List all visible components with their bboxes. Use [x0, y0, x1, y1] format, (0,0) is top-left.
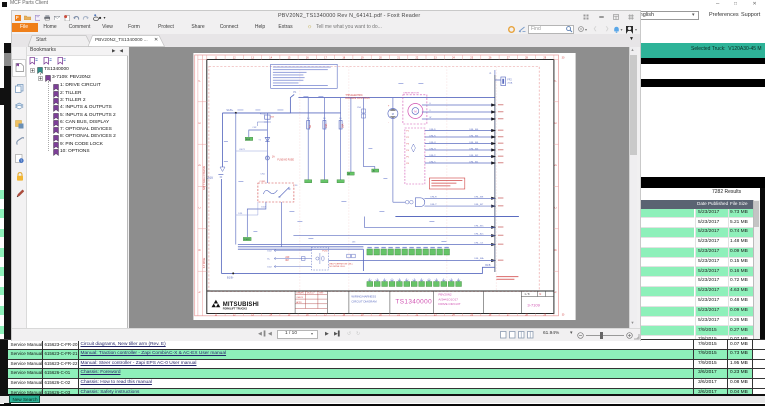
svg-text:250A: 250A	[507, 81, 512, 84]
svg-text:DRL_A/C: DRL_A/C	[474, 233, 484, 236]
svg-text:0M: 0M	[285, 260, 288, 262]
svg-text:DD2: DD2	[267, 267, 272, 269]
svg-text:B: B	[553, 249, 557, 251]
svg-text:S1/B+: S1/B+	[226, 109, 233, 112]
svg-text:DRL/2: DRL/2	[429, 155, 436, 157]
svg-text:DRL/3: DRL/3	[429, 148, 436, 150]
svg-text:W: W	[429, 117, 431, 119]
svg-text:50A: 50A	[341, 123, 344, 128]
svg-text:WIRING/HARNESS: WIRING/HARNESS	[351, 295, 376, 299]
svg-text:DRL/6: DRL/6	[429, 129, 436, 131]
svg-text:DRL_B/4: DRL_B/4	[469, 142, 479, 144]
svg-text:DRL_B/7: DRL_B/7	[474, 204, 484, 206]
svg-text:NO DRIVE CELL: NO DRIVE CELL	[329, 266, 346, 268]
svg-text:B: B	[197, 249, 201, 251]
svg-text:DRL/5: DRL/5	[429, 135, 436, 137]
svg-text:1 / 8: 1 / 8	[524, 292, 530, 296]
svg-text:C: C	[197, 207, 201, 209]
svg-text:A: A	[197, 291, 201, 293]
svg-text:DRL_B/2: DRL_B/2	[469, 155, 479, 157]
svg-text:S.T WIRE: S.T WIRE	[202, 257, 205, 268]
svg-text:DRIVE MOTOR: DRIVE MOTOR	[403, 93, 419, 95]
svg-text:M: M	[391, 112, 393, 116]
svg-text:DD2: DD2	[267, 251, 272, 253]
svg-text:FF2: FF2	[507, 78, 512, 81]
svg-text:DRL/7: DRL/7	[430, 204, 437, 206]
svg-text:BATT WIRE CHASSIS: BATT WIRE CHASSIS	[202, 166, 205, 190]
svg-text:FU11: FU11	[322, 251, 328, 253]
svg-text:DRL_B/C: DRL_B/C	[474, 225, 484, 227]
svg-text:DRL/1: DRL/1	[429, 161, 436, 163]
svg-text:DRL_B/A: DRL_B/A	[474, 257, 484, 260]
svg-text:DRIVE CIRCUIT: DRIVE CIRCUIT	[438, 302, 460, 306]
svg-text:C1C2: C1C2	[244, 239, 250, 241]
svg-text:24V: 24V	[207, 176, 214, 180]
svg-text:N: N	[539, 292, 541, 296]
svg-text:TS1340000: TS1340000	[395, 298, 432, 305]
svg-text:A: A	[553, 291, 557, 293]
svg-text:09-05-17: 09-05-17	[306, 293, 314, 295]
svg-text:3-7109: 3-7109	[527, 303, 540, 308]
svg-text:DIAGRAM CONTROLS: DIAGRAM CONTROLS	[345, 97, 370, 100]
svg-text:B1/B-: B1/B-	[226, 275, 233, 279]
svg-text:FORKLIFT TRUCKS: FORKLIFT TRUCKS	[222, 307, 247, 311]
svg-text:A.: A.	[489, 72, 492, 75]
svg-text:DRL/4: DRL/4	[429, 142, 436, 144]
svg-text:E: E	[197, 122, 201, 124]
svg-text:D: D	[553, 164, 557, 166]
svg-text:DRAWN: DRAWN	[296, 292, 304, 295]
svg-text:THIS ELECTRIC: THIS ELECTRIC	[345, 95, 363, 97]
svg-text:?: ?	[20, 158, 22, 162]
svg-text:CON1: CON1	[259, 181, 266, 183]
svg-text:10A: 10A	[325, 123, 328, 128]
svg-text:PBV20N2: PBV20N2	[438, 293, 452, 297]
svg-text:FU10: FU10	[259, 114, 265, 116]
svg-text:B1/B: B1/B	[485, 265, 490, 267]
svg-text:DRL_B/5: DRL_B/5	[469, 135, 479, 137]
svg-text:DD2: DD2	[261, 206, 266, 208]
svg-text:DRL_B/3: DRL_B/3	[469, 148, 479, 150]
svg-text:FU10 NO FUSE: FU10 NO FUSE	[277, 160, 294, 162]
svg-text:C: C	[553, 207, 557, 209]
svg-text:A/S#41O1O17: A/S#41O1O17	[438, 297, 458, 301]
svg-text:APPR: APPR	[296, 301, 302, 304]
svg-text:DRL_C/1: DRL_C/1	[474, 243, 484, 245]
svg-text:DRL_B/8: DRL_B/8	[474, 196, 484, 198]
svg-text:KEY/1: KEY/1	[239, 149, 246, 151]
svg-text:D: D	[197, 164, 201, 166]
svg-text:CN1: CN1	[260, 174, 265, 176]
svg-text:DRL_B/6: DRL_B/6	[469, 129, 479, 131]
svg-text:CHECK: CHECK	[296, 297, 303, 299]
svg-text:5A: 5A	[309, 125, 312, 128]
svg-text:CIRCUIT DIAGRAM: CIRCUIT DIAGRAM	[351, 299, 377, 303]
svg-text:E: E	[553, 122, 557, 124]
svg-text:DRL_B/1: DRL_B/1	[469, 161, 479, 163]
svg-text:1A: 1A	[271, 155, 274, 158]
svg-text:DRL/8: DRL/8	[430, 196, 437, 198]
